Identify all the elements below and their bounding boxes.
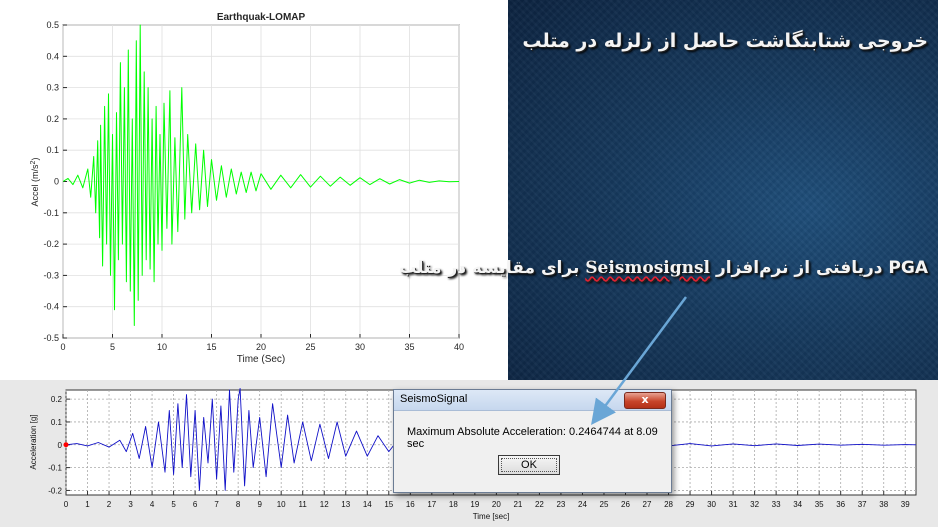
x-tick-label: 17 bbox=[427, 500, 436, 509]
x-tick-label: 37 bbox=[858, 500, 867, 509]
x-tick-label: 35 bbox=[404, 342, 414, 352]
y-tick-label: 0.3 bbox=[46, 83, 59, 93]
x-tick-label: 35 bbox=[815, 500, 824, 509]
matlab-accel-plot: 0 5 10 15 20 25 30 35 40 -0.5 -0.4 -0.3 -0.2 -0.1 0 0.1… bbox=[0, 0, 508, 380]
x-tick-label: 6 bbox=[193, 500, 198, 509]
y-tick-label: 0 bbox=[58, 441, 63, 450]
x-tick-label: 36 bbox=[836, 500, 845, 509]
dark-textured-panel bbox=[508, 0, 938, 380]
x-tick-label: 10 bbox=[277, 500, 286, 509]
y-tick-label: -0.2 bbox=[48, 486, 62, 495]
x-axis-label: Time (Sec) bbox=[237, 354, 286, 365]
x-tick-label: 16 bbox=[406, 500, 415, 509]
y-tick-label: -0.1 bbox=[48, 464, 62, 473]
y-tick-label: -0.3 bbox=[43, 270, 59, 280]
x-tick-label: 8 bbox=[236, 500, 241, 509]
x-tick-label: 31 bbox=[729, 500, 738, 509]
x-tick-label: 23 bbox=[556, 500, 565, 509]
y-axis-label: Accel (m/s2) bbox=[30, 158, 40, 207]
x-tick-label: 38 bbox=[879, 500, 888, 509]
x-tick-label: 5 bbox=[171, 500, 176, 509]
x-tick-label: 39 bbox=[901, 500, 910, 509]
x-tick-label: 1 bbox=[85, 500, 90, 509]
dialog-titlebar[interactable]: SeismoSignal x bbox=[394, 390, 671, 411]
x-tick-label: 14 bbox=[363, 500, 372, 509]
presentation-slide: 0 5 10 15 20 25 30 35 40 -0.5 -0.4 -0.3 -0.2 -0.1 0 0.1… bbox=[0, 0, 938, 527]
x-tick-label: 28 bbox=[664, 500, 673, 509]
x-tick-label: 0 bbox=[60, 342, 65, 352]
x-tick-label: 40 bbox=[454, 342, 464, 352]
y-tick-label: 0.1 bbox=[51, 418, 63, 427]
x-tick-label: 33 bbox=[772, 500, 781, 509]
heading-pga-suffix: برای مقایسه در متلب bbox=[399, 258, 580, 278]
y-tick-label: 0 bbox=[54, 177, 59, 187]
heading-pga-comparison: PGA دریافتی از نرم‌افزار Seismosignsl بر… bbox=[399, 258, 928, 278]
heading-software-name: Seismosignsl bbox=[585, 258, 711, 278]
dialog-body: Maximum Absolute Acceleration: 0.2464744… bbox=[394, 411, 671, 492]
x-tick-label: 10 bbox=[157, 342, 167, 352]
y-tick-label: 0.2 bbox=[46, 114, 59, 124]
x-tick-label: 25 bbox=[600, 500, 609, 509]
y-tick-label: -0.5 bbox=[43, 333, 59, 343]
y-tick-label: -0.2 bbox=[43, 239, 59, 249]
dialog-message: Maximum Absolute Acceleration: 0.2464744… bbox=[407, 426, 658, 450]
x-tick-label: 2 bbox=[107, 500, 112, 509]
chart-title: Earthquak-LOMAP bbox=[217, 12, 306, 23]
dialog-ok-button[interactable]: OK bbox=[498, 455, 560, 475]
x-tick-label: 20 bbox=[492, 500, 501, 509]
y-tick-label: 0.2 bbox=[51, 395, 63, 404]
x-tick-label: 4 bbox=[150, 500, 155, 509]
heading-matlab-output: خروجی شتابنگاشت حاصل از زلزله در متلب bbox=[522, 30, 928, 52]
x-tick-label: 32 bbox=[750, 500, 759, 509]
x-tick-label: 18 bbox=[449, 500, 458, 509]
y-axis-label: Acceleration [g] bbox=[29, 414, 38, 469]
seismosignal-dialog: SeismoSignal x Maximum Absolute Accelera… bbox=[393, 389, 672, 493]
start-marker bbox=[63, 442, 69, 448]
heading-pga-prefix: PGA دریافتی از نرم‌افزار bbox=[715, 258, 928, 278]
x-tick-label: 7 bbox=[214, 500, 219, 509]
x-tick-label: 25 bbox=[305, 342, 315, 352]
y-axis-label-base: Accel (m/s bbox=[30, 164, 40, 207]
y-tick-label: 0.4 bbox=[46, 51, 59, 61]
x-tick-label: 30 bbox=[355, 342, 365, 352]
x-tick-label: 12 bbox=[320, 500, 329, 509]
x-tick-label: 34 bbox=[793, 500, 802, 509]
x-tick-label: 5 bbox=[110, 342, 115, 352]
x-tick-label: 29 bbox=[686, 500, 695, 509]
x-tick-label: 20 bbox=[256, 342, 266, 352]
x-tick-label: 9 bbox=[257, 500, 262, 509]
x-tick-label: 15 bbox=[206, 342, 216, 352]
x-tick-label: 30 bbox=[707, 500, 716, 509]
x-tick-label: 19 bbox=[470, 500, 479, 509]
dialog-title: SeismoSignal bbox=[400, 393, 468, 405]
x-tick-label: 13 bbox=[341, 500, 350, 509]
x-tick-label: 22 bbox=[535, 500, 544, 509]
x-tick-label: 26 bbox=[621, 500, 630, 509]
x-tick-label: 24 bbox=[578, 500, 587, 509]
y-tick-label: 0.1 bbox=[46, 145, 59, 155]
y-tick-label: -0.1 bbox=[43, 208, 59, 218]
x-axis-label: Time [sec] bbox=[473, 512, 510, 521]
x-tick-label: 11 bbox=[299, 500, 308, 509]
y-axis-label-end: ) bbox=[30, 158, 40, 161]
x-tick-label: 0 bbox=[64, 500, 69, 509]
y-tick-label: -0.4 bbox=[43, 302, 59, 312]
x-tick-label: 3 bbox=[128, 500, 133, 509]
y-tick-label: 0.5 bbox=[46, 20, 59, 30]
x-tick-label: 15 bbox=[384, 500, 393, 509]
x-tick-label: 21 bbox=[513, 500, 522, 509]
x-tick-label: 27 bbox=[643, 500, 652, 509]
dialog-close-button[interactable]: x bbox=[624, 392, 666, 409]
